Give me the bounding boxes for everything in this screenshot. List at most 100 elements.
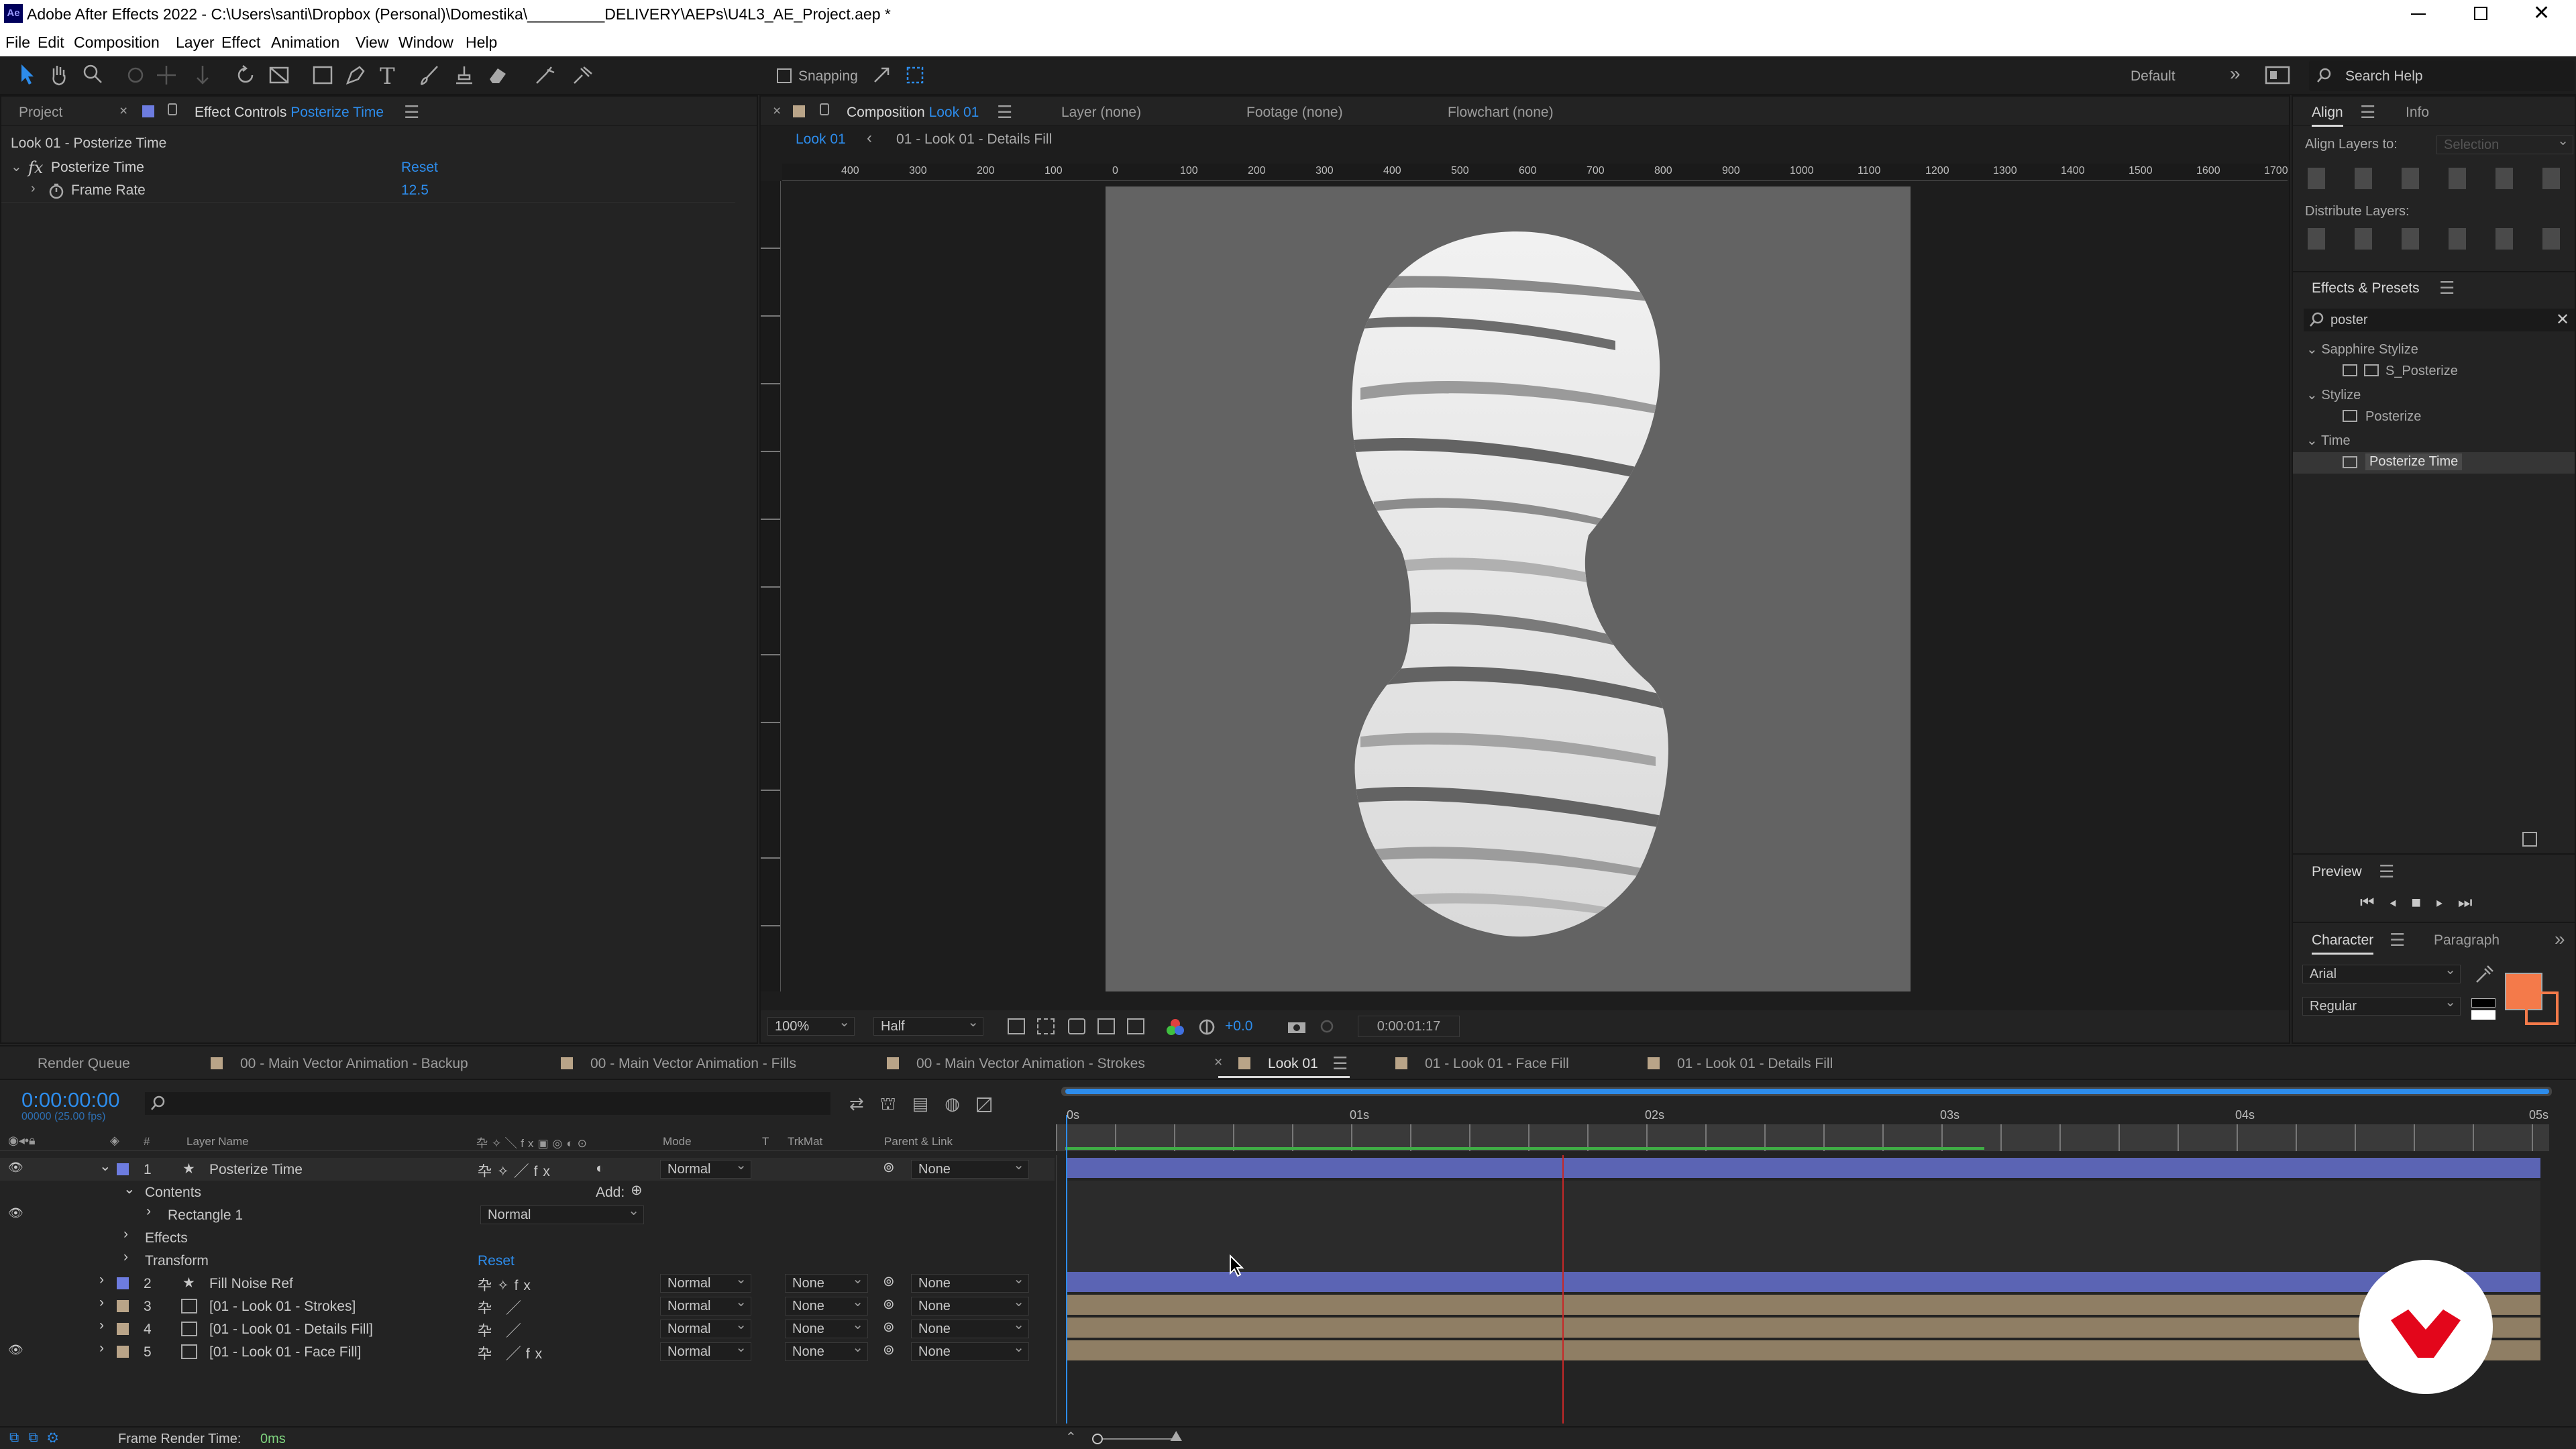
panel-menu-icon[interactable]: ☰ <box>2390 930 2405 951</box>
viewer-timecode[interactable]: 0:00:01:17 <box>1358 1016 1460 1037</box>
distribute-buttons[interactable] <box>2308 228 2569 250</box>
add-content-icon[interactable]: ⊕ <box>631 1182 643 1199</box>
next-frame-icon[interactable]: ▸ <box>2436 894 2458 912</box>
layer-duration-bar[interactable] <box>1067 1158 2540 1178</box>
layer-label-swatch[interactable] <box>117 1346 129 1358</box>
region-of-interest-icon[interactable] <box>1037 1018 1055 1034</box>
layer-duration-bar[interactable] <box>1067 1318 2540 1338</box>
layer-row[interactable]: 👁︎ ⌄ 1 ★ Posterize Time 卆✧╱fx ◐ Normal ⊚… <box>0 1157 1055 1181</box>
zoom-tool-icon[interactable] <box>82 63 103 86</box>
snap-features-icon[interactable] <box>906 66 924 85</box>
tab-align[interactable]: Align <box>2312 105 2343 127</box>
panel-menu-icon[interactable]: ☰ <box>2360 102 2375 123</box>
clear-search-icon[interactable]: ✕ <box>2556 310 2569 329</box>
adjustment-switch-icon[interactable]: ◐ <box>596 1161 604 1177</box>
header-layer-name[interactable]: Layer Name <box>186 1135 249 1148</box>
tab-paragraph[interactable]: Paragraph <box>2434 932 2500 949</box>
tab-layer[interactable]: Layer (none) <box>1061 105 1141 121</box>
tree-item[interactable]: ⌄ Stylize <box>2306 386 2361 403</box>
last-frame-icon[interactable]: ⏭ <box>2458 894 2487 912</box>
tab-preview[interactable]: Preview <box>2312 864 2362 880</box>
trkmat-dropdown[interactable]: None <box>785 1339 868 1361</box>
collapse-chevron-icon[interactable]: ⌄ <box>11 158 22 175</box>
transform-reset-link[interactable]: Reset <box>478 1253 515 1269</box>
workspace-selector[interactable]: Default <box>2131 68 2176 85</box>
reset-link[interactable]: Reset <box>401 160 438 176</box>
tab-info[interactable]: Info <box>2406 105 2429 121</box>
close-tab-icon[interactable]: × <box>119 103 127 119</box>
pickwhip-icon[interactable]: ⊚ <box>883 1319 895 1336</box>
tab-effect-controls[interactable]: Effect Controls Posterize Time <box>195 105 384 121</box>
breadcrumb-details-fill[interactable]: 01 - Look 01 - Details Fill <box>896 131 1052 148</box>
stopwatch-icon[interactable] <box>48 182 64 200</box>
stop-icon[interactable]: ■ <box>2411 894 2436 912</box>
snapshot-camera-icon[interactable] <box>1287 1018 1307 1034</box>
zoom-slider[interactable] <box>1092 1438 1179 1440</box>
tab-composition[interactable]: Composition Look 01 <box>847 105 979 121</box>
mask-visibility-icon[interactable] <box>1097 1018 1115 1034</box>
expand-chevron-icon[interactable]: › <box>31 181 36 197</box>
roto-brush-tool-icon[interactable] <box>534 64 557 86</box>
blend-mode-dropdown[interactable]: Normal <box>660 1271 751 1293</box>
black-swatch[interactable] <box>2471 998 2496 1008</box>
layer-label-swatch[interactable] <box>117 1323 129 1335</box>
layer-switches[interactable]: 卆✧╱fx <box>478 1161 555 1181</box>
property-row-effects[interactable]: › Effects <box>0 1226 1055 1249</box>
rectangle-blend-dropdown[interactable]: Normal <box>480 1202 644 1224</box>
parent-dropdown[interactable]: None <box>911 1271 1029 1293</box>
rectangle-tool-icon[interactable] <box>311 64 334 86</box>
layer-duration-bar[interactable] <box>1067 1340 2540 1360</box>
trkmat-dropdown[interactable]: None <box>785 1316 868 1338</box>
graph-editor-icon[interactable]: ⧄ <box>976 1093 1008 1114</box>
menu-window[interactable]: Window <box>398 34 453 52</box>
parent-dropdown[interactable]: None <box>911 1157 1029 1179</box>
tree-item[interactable]: S_Posterize <box>2343 364 2458 379</box>
visibility-eye-icon[interactable]: 👁︎ <box>8 1161 23 1175</box>
resolution-dropdown[interactable]: Half <box>873 1014 983 1036</box>
tab-details-fill[interactable]: 01 - Look 01 - Details Fill <box>1677 1056 1833 1072</box>
layer-label-swatch[interactable] <box>117 1277 129 1289</box>
effect-row[interactable]: ⌄ fx Posterize Time Reset <box>1 158 735 180</box>
motion-blur-icon[interactable]: ◍ <box>945 1093 976 1114</box>
layer-name[interactable]: [01 - Look 01 - Face Fill] <box>209 1344 361 1360</box>
expand-chevron-icon[interactable]: › <box>99 1340 104 1356</box>
property-row-contents[interactable]: ⌄ Contents Add: ⊕ <box>0 1181 1055 1203</box>
workspace-overflow-icon[interactable]: » <box>2230 63 2241 85</box>
breadcrumb-look01[interactable]: Look 01 <box>796 131 846 148</box>
visibility-eye-icon[interactable]: 👁︎ <box>8 1206 23 1220</box>
tree-item-selected[interactable]: Posterize Time <box>2293 452 2575 474</box>
pickwhip-icon[interactable]: ⊚ <box>883 1342 895 1358</box>
parent-dropdown[interactable]: None <box>911 1316 1029 1338</box>
trkmat-dropdown[interactable]: None <box>785 1293 868 1316</box>
previous-frame-icon[interactable]: ◂ <box>2390 894 2412 912</box>
camera-tool-icon[interactable] <box>268 64 291 86</box>
layer-switches[interactable]: 卆✧fx <box>478 1275 536 1295</box>
blend-mode-dropdown[interactable]: Normal <box>660 1316 751 1338</box>
blend-mode-dropdown[interactable]: Normal <box>660 1157 751 1179</box>
rotate-tool-icon[interactable] <box>235 64 256 86</box>
snap-edges-icon[interactable] <box>872 66 891 85</box>
menu-help[interactable]: Help <box>466 34 497 52</box>
restore-icon[interactable] <box>2474 7 2487 20</box>
panel-menu-icon[interactable]: ☰ <box>997 102 1012 123</box>
comp-flowchart-icon[interactable]: ⇄ <box>849 1093 880 1114</box>
pickwhip-icon[interactable]: ⊚ <box>883 1296 895 1313</box>
layer-row[interactable]: › 4 [01 - Look 01 - Details Fill] 卆╱ Nor… <box>0 1316 1055 1340</box>
tab-face-fill[interactable]: 01 - Look 01 - Face Fill <box>1425 1056 1569 1072</box>
magnification-dropdown[interactable]: 100% <box>767 1014 855 1036</box>
hand-tool-icon[interactable] <box>48 63 70 86</box>
panel-menu-icon[interactable]: ☰ <box>2379 861 2394 882</box>
grid-icon[interactable] <box>1068 1018 1085 1034</box>
minimize-icon[interactable] <box>2411 13 2426 15</box>
font-family-dropdown[interactable]: Arial <box>2302 961 2461 983</box>
panel-menu-icon[interactable]: ☰ <box>2439 278 2455 299</box>
snapping-checkbox[interactable] <box>777 68 792 83</box>
current-timecode[interactable]: 0:00:00:00 <box>21 1088 120 1112</box>
overflow-icon[interactable]: » <box>2555 928 2565 950</box>
menu-view[interactable]: View <box>356 34 388 52</box>
status-icons[interactable]: ⧉⧉⚙ <box>9 1430 68 1446</box>
expand-chevron-icon[interactable]: › <box>99 1318 104 1334</box>
zoom-slider-handle[interactable] <box>1092 1434 1103 1444</box>
tab-project[interactable]: Project <box>19 105 62 121</box>
collapse-chevron-icon[interactable]: ⌄ <box>123 1181 136 1197</box>
